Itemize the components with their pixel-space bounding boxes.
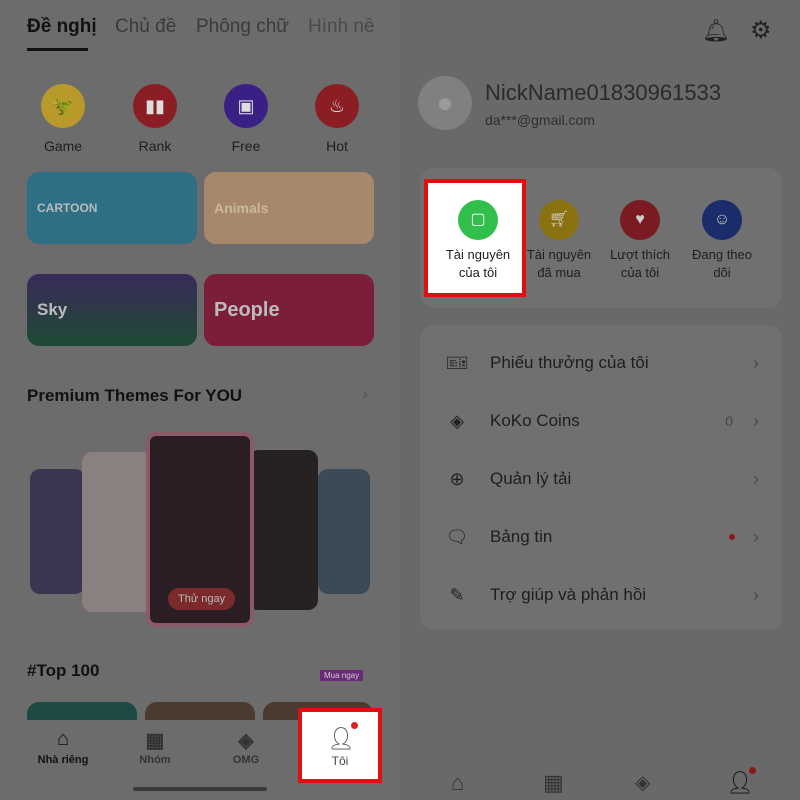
menu-news[interactable]: 🗨︎ Bảng tin ›	[444, 522, 759, 552]
banner-people[interactable]: People	[204, 274, 374, 346]
chevron-right-icon[interactable]: ›	[362, 384, 368, 405]
theme-preview[interactable]	[82, 452, 152, 612]
person-icon: 👤︎	[327, 726, 355, 751]
theme-preview-featured[interactable]: Thử ngay	[146, 432, 254, 627]
chevron-right-icon: ›	[753, 468, 759, 489]
home-icon: ⌂	[56, 728, 70, 750]
category-free[interactable]: ▣ Free	[216, 84, 276, 154]
theme-preview[interactable]	[248, 450, 318, 610]
email: da***@gmail.com	[485, 112, 595, 128]
menu-downloads[interactable]: ⊕ Quản lý tải ›	[444, 464, 759, 494]
message-icon: 🗨︎	[445, 526, 469, 547]
tab-hinh-nen[interactable]: Hình nề	[308, 16, 375, 38]
person-icon[interactable]: 👤︎	[726, 770, 754, 796]
tab-chu-de[interactable]: Chủ đề	[115, 16, 176, 38]
menu-vouchers[interactable]: 🎫︎ Phiếu thưởng của tôi ›	[444, 348, 759, 378]
top-theme-thumb[interactable]	[27, 702, 137, 722]
try-now-button[interactable]: Thử ngay	[168, 588, 236, 610]
menu-help-feedback[interactable]: ✎ Trợ giúp và phản hồi ›	[444, 580, 759, 610]
category-rank[interactable]: ▮▮ Rank	[125, 84, 185, 154]
grid-icon[interactable]: ▦	[543, 770, 564, 796]
ticket-icon: 🎫︎	[445, 352, 469, 373]
action-following[interactable]: ☺ Đang theo dõi	[679, 200, 765, 282]
action-likes[interactable]: ♥ Lượt thích của tôi	[597, 200, 683, 282]
buy-now-button[interactable]: Mua ngay	[320, 670, 364, 681]
banner-animals[interactable]: Animals	[204, 172, 374, 244]
premium-themes-title: Premium Themes For YOU	[27, 386, 243, 405]
download-icon: ⊕	[449, 468, 465, 489]
avatar[interactable]: ●	[418, 76, 472, 130]
cart-icon: 🛒︎	[539, 200, 579, 240]
nav-me-highlighted[interactable]: 👤︎ Tôi	[298, 708, 382, 783]
brush-icon[interactable]: ◈	[635, 770, 650, 795]
nickname: NickName01830961533	[485, 80, 722, 105]
theme-preview[interactable]	[318, 469, 370, 594]
feedback-icon: ✎	[449, 584, 465, 605]
grid-icon: ▦	[145, 730, 165, 752]
brush-icon: ◈	[238, 730, 254, 752]
banner-sky[interactable]: Sky	[27, 274, 197, 346]
menu-koko-coins[interactable]: ◈ KoKo Coins 0 ›	[444, 406, 759, 436]
home-indicator	[133, 787, 267, 791]
top-theme-thumb[interactable]	[145, 702, 255, 722]
flame-icon: ♨	[315, 84, 359, 128]
category-game[interactable]: 🦖 Game	[33, 84, 93, 154]
active-tab-indicator	[27, 48, 88, 51]
dinosaur-icon: 🦖	[41, 84, 85, 128]
coin-icon: ◈	[450, 410, 464, 431]
theme-preview[interactable]	[30, 469, 85, 594]
home-screen: Đề nghị Chủ đề Phông chữ Hình nề 🦖 Game ▮…	[0, 0, 400, 800]
bell-icon[interactable]: 🔔︎	[702, 18, 730, 44]
home-icon[interactable]: ⌂	[451, 770, 464, 796]
gift-icon: ▣	[224, 84, 268, 128]
notification-badge	[749, 767, 756, 774]
follow-icon: ☺	[702, 200, 742, 240]
heart-icon: ♥	[620, 200, 660, 240]
tab-phong-chu[interactable]: Phông chữ	[196, 16, 289, 38]
bar-chart-icon: ▮▮	[133, 84, 177, 128]
chevron-right-icon: ›	[753, 526, 759, 547]
notification-badge	[729, 534, 735, 540]
nav-home[interactable]: ⌂ Nhà riêng	[28, 728, 98, 766]
nav-omg[interactable]: ◈ OMG	[211, 728, 281, 766]
chevron-right-icon: ›	[753, 584, 759, 605]
nav-group[interactable]: ▦ Nhóm	[120, 728, 190, 766]
action-my-resources[interactable]: ▢ Tài nguyên của tôi	[435, 200, 521, 282]
notification-badge	[351, 722, 358, 729]
top100-title: #Top 100	[27, 661, 100, 680]
category-hot[interactable]: ♨ Hot	[307, 84, 367, 154]
chevron-right-icon: ›	[753, 410, 759, 431]
banner-cartoon[interactable]: CARTOON	[27, 172, 197, 244]
chevron-right-icon: ›	[753, 352, 759, 373]
action-purchased[interactable]: 🛒︎ Tài nguyên đã mua	[516, 200, 602, 282]
bag-icon: ▢	[458, 200, 498, 240]
settings-icon[interactable]: ⚙	[750, 16, 772, 45]
tab-de-nghi[interactable]: Đề nghị	[27, 16, 97, 38]
